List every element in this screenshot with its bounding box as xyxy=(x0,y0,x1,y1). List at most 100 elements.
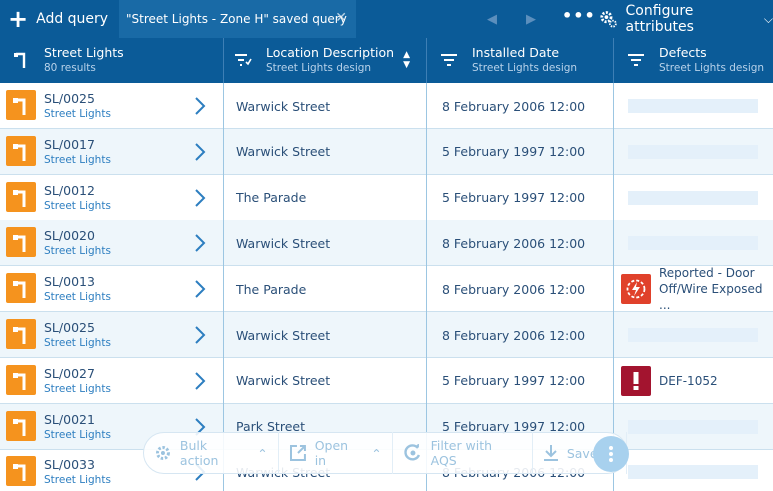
asset-cell[interactable]: SL/0012 Street Lights xyxy=(0,174,224,221)
scroll-right-icon[interactable]: ▶ xyxy=(526,12,536,27)
defect-line-2: Off/Wire Exposed ... xyxy=(659,282,763,313)
location-cell: Warwick Street xyxy=(224,83,427,129)
vertical-dots-icon xyxy=(609,446,613,462)
asset-cell[interactable]: SL/0013 Street Lights xyxy=(0,266,224,313)
chevron-right-icon[interactable] xyxy=(193,233,207,253)
street-light-icon xyxy=(14,52,26,68)
asset-type: Street Lights xyxy=(44,108,111,120)
table-row[interactable]: SL/0027 Street Lights Warwick Street 5 F… xyxy=(0,357,773,404)
location-value: Warwick Street xyxy=(236,235,331,251)
defect-label[interactable]: Reported - Door Off/Wire Exposed ... xyxy=(659,265,773,313)
asset-id: SL/0021 xyxy=(44,411,95,427)
sort-icon[interactable]: ▲ ▼ xyxy=(403,50,410,70)
exclamation-icon xyxy=(621,365,651,396)
defect-label[interactable]: DEF-1052 xyxy=(659,373,718,389)
filter-icon xyxy=(628,54,644,66)
chevron-up-icon: ⌃ xyxy=(371,445,382,461)
defects-cell xyxy=(614,449,773,491)
table-row[interactable]: SL/0012 Street Lights The Parade 5 Febru… xyxy=(0,174,773,221)
chevron-right-icon[interactable] xyxy=(193,96,207,116)
installed-date-cell: 8 February 2006 12:00 xyxy=(427,220,614,267)
chevron-right-icon[interactable] xyxy=(193,142,207,162)
bulk-action-button[interactable]: Bulk action ⌃ xyxy=(144,432,279,474)
table-row[interactable]: SL/0013 Street Lights The Parade 8 Febru… xyxy=(0,266,773,313)
empty-defect-placeholder xyxy=(628,328,758,342)
empty-defect-placeholder xyxy=(628,144,758,159)
filter-aqs-label: Filter with AQS xyxy=(430,438,493,468)
chevron-right-icon[interactable] xyxy=(193,188,207,208)
result-count: 80 results xyxy=(44,62,96,74)
street-light-icon xyxy=(6,227,36,258)
filter-aqs-button[interactable]: Filter with AQS xyxy=(393,432,533,474)
asset-cell[interactable]: SL/0025 Street Lights xyxy=(0,83,224,129)
asset-cell[interactable]: SL/0020 Street Lights xyxy=(0,220,224,267)
more-actions-button[interactable] xyxy=(593,436,629,472)
column-header-installed-date[interactable]: Installed Date Street Lights design xyxy=(427,38,614,83)
asset-id: SL/0033 xyxy=(44,457,95,473)
street-light-icon xyxy=(6,410,36,441)
defects-cell xyxy=(614,129,773,175)
bulk-action-label: Bulk action xyxy=(179,438,219,468)
installed-date-value: 8 February 2006 12:00 xyxy=(442,98,586,114)
filter-icon xyxy=(441,54,457,66)
location-value: The Parade xyxy=(236,281,307,297)
street-light-icon xyxy=(6,364,36,395)
add-query-button[interactable]: + Add query xyxy=(8,0,108,38)
tab-label: "Street Lights - Zone H" saved query xyxy=(126,12,347,26)
column-header-street-lights[interactable]: Street Lights 80 results xyxy=(0,38,224,83)
scroll-left-icon[interactable]: ◀ xyxy=(487,12,497,27)
action-bar: Bulk action ⌃ Open in ⌃ Filter with AQS … xyxy=(143,432,629,474)
installed-date-cell: 5 February 1997 12:00 xyxy=(427,357,614,404)
asset-id: SL/0020 xyxy=(44,228,95,244)
column-header-location[interactable]: Location Description Street Lights desig… xyxy=(224,38,427,83)
table-row[interactable]: SL/0017 Street Lights Warwick Street 5 F… xyxy=(0,128,773,175)
table-row[interactable]: SL/0020 Street Lights Warwick Street 8 F… xyxy=(0,220,773,267)
location-cell: The Parade xyxy=(224,266,427,313)
column-title: Defects xyxy=(659,45,707,60)
installed-date-value: 8 February 2006 12:00 xyxy=(442,327,586,343)
column-title: Installed Date xyxy=(472,45,560,60)
plus-icon: + xyxy=(8,5,29,33)
filter-refresh-icon xyxy=(404,444,420,461)
asset-cell[interactable]: SL/0017 Street Lights xyxy=(0,128,224,175)
street-light-icon xyxy=(6,456,36,487)
asset-type: Street Lights xyxy=(44,153,111,166)
close-icon[interactable]: ✕ xyxy=(335,10,347,26)
installed-date-value: 5 February 1997 12:00 xyxy=(442,190,586,206)
installed-date-cell: 5 February 1997 12:00 xyxy=(427,128,614,175)
chevron-right-icon[interactable] xyxy=(193,279,207,299)
asset-type: Street Lights xyxy=(44,199,111,212)
installed-date-cell: 5 February 1997 12:00 xyxy=(427,174,614,221)
open-in-button[interactable]: Open in ⌃ xyxy=(279,432,393,474)
location-cell: Warwick Street xyxy=(224,312,427,358)
column-title: Street Lights xyxy=(44,45,124,60)
gear-icon xyxy=(155,446,170,460)
street-light-icon xyxy=(6,273,36,304)
asset-cell[interactable]: SL/0027 Street Lights xyxy=(0,357,224,404)
table-row[interactable]: SL/0025 Street Lights Warwick Street 8 F… xyxy=(0,312,773,358)
location-value: The Parade xyxy=(236,190,307,206)
installed-date-value: 8 February 2006 12:00 xyxy=(442,281,586,297)
installed-date-cell: 8 February 2006 12:00 xyxy=(427,83,614,129)
open-external-icon xyxy=(289,445,306,461)
location-value: Warwick Street xyxy=(236,373,331,389)
table-row[interactable]: SL/0025 Street Lights Warwick Street 8 F… xyxy=(0,83,773,129)
chevron-right-icon[interactable] xyxy=(193,325,207,345)
chevron-right-icon[interactable] xyxy=(193,371,207,391)
location-cell: Warwick Street xyxy=(224,357,427,404)
more-options-icon[interactable]: ••• xyxy=(562,6,596,25)
empty-defect-placeholder xyxy=(628,419,758,434)
add-query-label: Add query xyxy=(36,11,109,27)
column-subtitle: Street Lights design xyxy=(659,62,765,74)
asset-cell[interactable]: SL/0025 Street Lights xyxy=(0,312,224,358)
defects-cell: Reported - Door Off/Wire Exposed ... xyxy=(614,266,773,312)
defect-line-1: DEF-1052 xyxy=(659,373,718,388)
configure-attributes-button[interactable]: Configure attributes ⌵ xyxy=(599,0,773,38)
defects-cell: DEF-1052 xyxy=(614,358,773,404)
tab-saved-query[interactable]: "Street Lights - Zone H" saved query ✕ xyxy=(119,0,356,38)
asset-id: SL/0013 xyxy=(44,274,95,290)
street-light-icon xyxy=(6,319,36,349)
chevron-down-icon: ⌵ xyxy=(763,11,773,26)
defects-cell xyxy=(614,175,773,221)
column-header-defects[interactable]: Defects Street Lights design xyxy=(614,38,773,83)
